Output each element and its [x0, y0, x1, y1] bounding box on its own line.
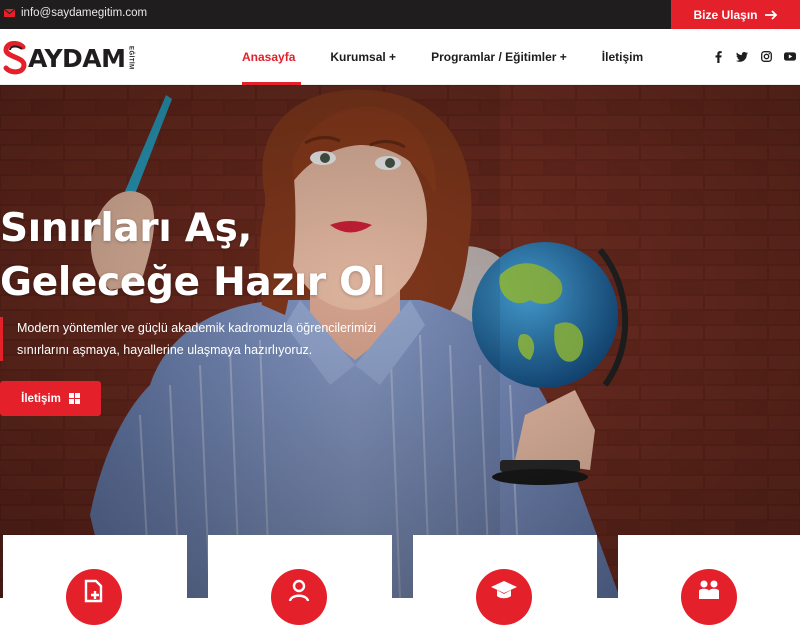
youtube-icon[interactable]: [784, 50, 796, 63]
hero-title-line2: Geleceğe Hazır Ol: [0, 260, 386, 305]
document-plus-icon: [84, 579, 103, 603]
hero-banner: Sınırları Aş, Geleceğe Hazır Ol Modern y…: [0, 85, 800, 598]
contact-us-label: Bize Ulaşın: [693, 7, 758, 22]
nav-home[interactable]: Anasayfa: [236, 29, 302, 85]
nav-programs-label: Programlar / Eğitimler +: [431, 50, 567, 64]
envelope-icon: [4, 9, 15, 17]
nav-corporate-label: Kurumsal +: [330, 50, 397, 64]
feature-card-3[interactable]: [413, 535, 597, 625]
hero-title: Sınırları Aş, Geleceğe Hazır Ol: [0, 202, 520, 310]
top-bar: info@saydamegitim.com Bize Ulaşın: [0, 0, 800, 29]
graduation-cap-icon: [491, 581, 517, 599]
feature-card-1[interactable]: [3, 535, 187, 625]
nav-contact[interactable]: İletişim: [596, 29, 649, 85]
feature-cards: [0, 535, 800, 625]
logo-subtitle: EĞİTİM: [127, 46, 134, 70]
logo-s-mark: [3, 41, 27, 75]
social-links: [712, 50, 796, 63]
main-navbar: AYDAM EĞİTİM Anasayfa Kurumsal + Program…: [0, 29, 800, 85]
hero-desc-line2: sınırlarını aşmaya, hayallerine ulaşmaya…: [17, 343, 313, 357]
card-icon-circle: [476, 569, 532, 625]
hero-contact-label: İletişim: [21, 392, 61, 405]
card-icon-circle: [681, 569, 737, 625]
logo[interactable]: AYDAM EĞİTİM: [2, 38, 134, 78]
card-icon-circle: [66, 569, 122, 625]
hero-contact-button[interactable]: İletişim: [0, 381, 101, 416]
nav-corporate[interactable]: Kurumsal +: [324, 29, 402, 85]
facebook-icon[interactable]: [712, 50, 724, 63]
people-icon: [699, 580, 719, 599]
hero-desc-line1: Modern yöntemler ve güçlü akademik kadro…: [17, 321, 377, 335]
arrow-right-icon: [764, 9, 777, 20]
hero-title-line1: Sınırları Aş,: [0, 206, 252, 251]
contact-email[interactable]: info@saydamegitim.com: [4, 7, 147, 19]
email-text: info@saydamegitim.com: [21, 7, 148, 19]
user-icon: [288, 579, 310, 602]
hero-description: Modern yöntemler ve güçlü akademik kadro…: [0, 317, 420, 361]
main-menu: Anasayfa Kurumsal + Programlar / Eğitiml…: [236, 29, 672, 85]
card-icon-circle: [271, 569, 327, 625]
contact-us-button[interactable]: Bize Ulaşın: [671, 0, 800, 29]
nav-contact-label: İletişim: [601, 50, 644, 64]
feature-card-2[interactable]: [208, 535, 392, 625]
instagram-icon[interactable]: [760, 50, 772, 63]
nav-home-label: Anasayfa: [242, 50, 296, 64]
logo-wordmark: AYDAM: [28, 43, 126, 73]
grid-icon: [68, 393, 80, 404]
feature-card-4[interactable]: [618, 535, 800, 625]
twitter-icon[interactable]: [736, 50, 748, 63]
nav-programs[interactable]: Programlar / Eğitimler +: [425, 29, 573, 85]
